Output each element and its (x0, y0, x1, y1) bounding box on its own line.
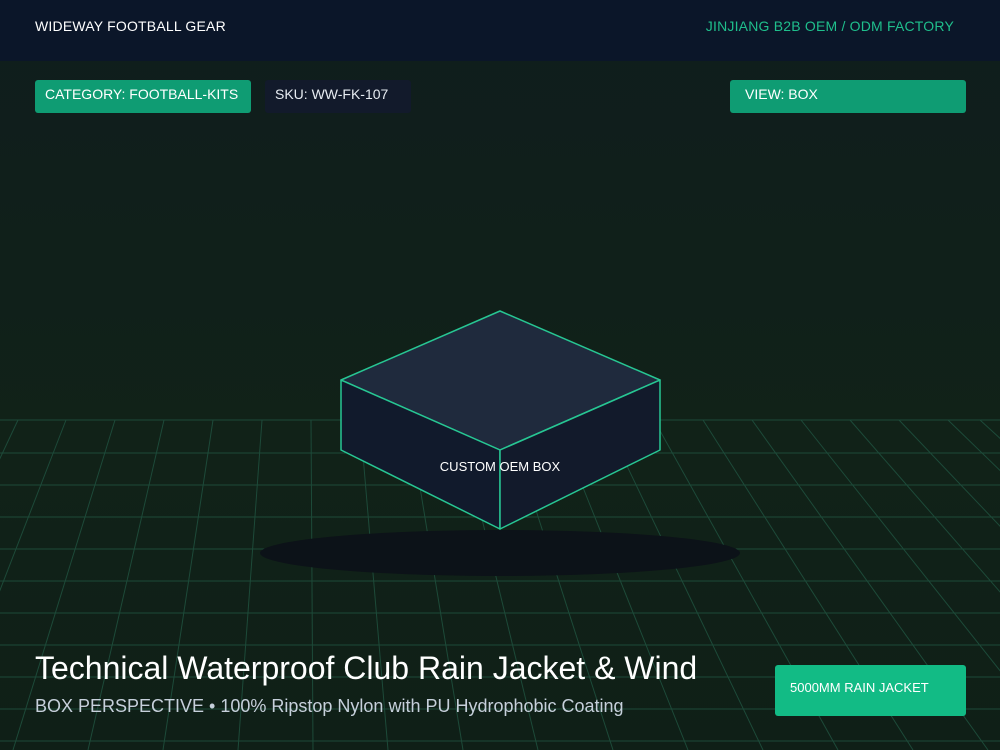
product-subtitle: BOX PERSPECTIVE • 100% Ripstop Nylon wit… (35, 696, 624, 716)
box-label: CUSTOM OEM BOX (440, 459, 561, 474)
top-bar: WIDEWAY FOOTBALL GEAR JINJIANG B2B OEM /… (0, 0, 1000, 61)
sku-tag: SKU: WW-FK-107 (265, 80, 411, 113)
product-badge-button[interactable]: 5000MM RAIN JACKET (775, 665, 966, 716)
category-tag[interactable]: CATEGORY: FOOTBALL-KITS (35, 80, 251, 113)
view-mode-button[interactable]: VIEW: BOX (730, 80, 966, 113)
factory-tagline: JINJIANG B2B OEM / ODM FACTORY (705, 18, 954, 34)
product-page: CUSTOM OEM BOX WIDEWAY FOOTBALL GEAR JIN… (0, 0, 1000, 750)
box-shadow (260, 530, 740, 576)
brand-name[interactable]: WIDEWAY FOOTBALL GEAR (35, 18, 226, 34)
product-title: Technical Waterproof Club Rain Jacket & … (35, 650, 698, 686)
box-3d (340, 310, 661, 530)
